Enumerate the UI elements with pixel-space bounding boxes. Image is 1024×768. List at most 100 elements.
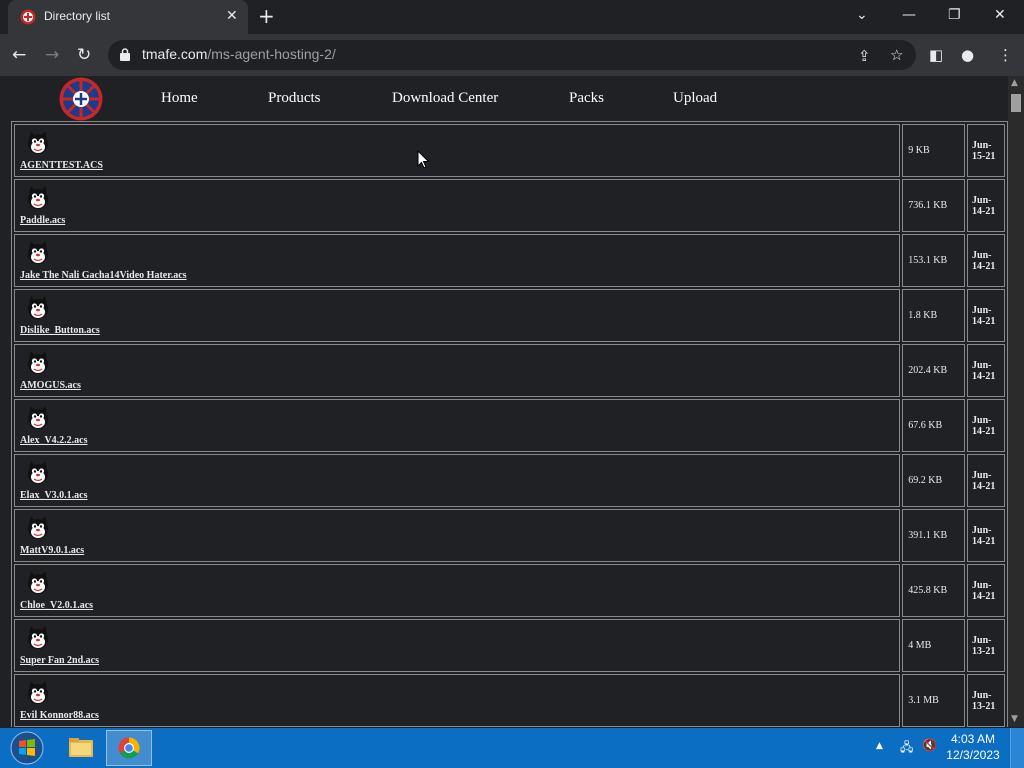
file-row: AGENTTEST.ACS 9 KB Jun-15-21 <box>14 124 1005 177</box>
file-name-cell: AMOGUS.acs <box>14 344 901 397</box>
agent-character-icon[interactable] <box>25 240 51 266</box>
file-date: Jun-14-21 <box>967 344 1005 397</box>
profile-icon[interactable]: ● <box>961 45 974 65</box>
file-table: AGENTTEST.ACS 9 KB Jun-15-21 Paddle.acs 736.… <box>11 121 1008 727</box>
file-name-cell: Paddle.acs <box>14 179 901 232</box>
file-name-cell: AGENTTEST.ACS <box>14 124 901 177</box>
browser-toolbar: ← → ↻ tmafe.com/ms-agent-hosting-2/ ⇪ ☆ … <box>0 34 1024 76</box>
url-domain: tmafe.com <box>142 46 208 62</box>
mouse-cursor-icon <box>417 150 430 169</box>
file-size: 69.2 KB <box>902 454 966 507</box>
minimize-icon[interactable]: — <box>902 5 916 25</box>
site-logo[interactable] <box>59 77 103 121</box>
nav-products-link[interactable]: Products <box>268 90 321 107</box>
file-name-cell: MattV9.0.1.acs <box>14 509 901 562</box>
nav-download-center-link[interactable]: Download Center <box>392 90 498 107</box>
agent-character-icon[interactable] <box>25 350 51 376</box>
file-size: 736.1 KB <box>902 179 966 232</box>
start-button-icon[interactable] <box>8 730 46 766</box>
file-link[interactable]: Elax_V3.0.1.acs <box>20 490 88 501</box>
agent-character-icon[interactable] <box>25 570 51 596</box>
file-link[interactable]: Paddle.acs <box>20 215 65 226</box>
file-link[interactable]: AMOGUS.acs <box>20 380 81 391</box>
file-date: Jun-14-21 <box>967 289 1005 342</box>
file-size: 202.4 KB <box>902 344 966 397</box>
file-row: Paddle.acs 736.1 KB Jun-14-21 <box>14 179 1005 232</box>
bookmark-star-icon[interactable]: ☆ <box>890 45 903 65</box>
file-link[interactable]: Dislike_Button.acs <box>20 325 100 336</box>
share-icon[interactable]: ⇪ <box>858 46 871 66</box>
close-window-icon[interactable]: ✕ <box>994 5 1006 25</box>
back-icon[interactable]: ← <box>12 45 26 65</box>
file-row: MattV9.0.1.acs 391.1 KB Jun-14-21 <box>14 509 1005 562</box>
show-desktop-button[interactable] <box>1010 728 1024 768</box>
page-scrollbar[interactable]: ▲ ▼ <box>1008 76 1024 727</box>
file-name-cell: Evil Konnor88.acs <box>14 674 901 727</box>
agent-character-icon[interactable] <box>25 460 51 486</box>
file-link[interactable]: Alex_V4.2.2.acs <box>20 435 88 446</box>
file-link[interactable]: Super Fan 2nd.acs <box>20 655 99 666</box>
forward-icon[interactable]: → <box>45 45 59 65</box>
tab-search-icon[interactable]: ⌄ <box>856 5 868 25</box>
tab-directory-list[interactable]: Directory list ✕ <box>8 0 248 34</box>
file-date: Jun-14-21 <box>967 399 1005 452</box>
scroll-up-arrow-icon[interactable]: ▲ <box>1011 78 1018 88</box>
tab-close-icon[interactable]: ✕ <box>226 8 238 24</box>
file-date: Jun-14-21 <box>967 454 1005 507</box>
file-link[interactable]: AGENTTEST.ACS <box>20 160 103 171</box>
scroll-thumb[interactable] <box>1011 94 1021 112</box>
file-link[interactable]: Evil Konnor88.acs <box>20 710 99 721</box>
file-row: Super Fan 2nd.acs 4 MB Jun-13-21 <box>14 619 1005 672</box>
file-row: Elax_V3.0.1.acs 69.2 KB Jun-14-21 <box>14 454 1005 507</box>
url-path: /ms-agent-hosting-2/ <box>207 46 336 62</box>
file-name-cell: Jake The Nali Gacha14Video Hater.acs <box>14 234 901 287</box>
file-link[interactable]: Jake The Nali Gacha14Video Hater.acs <box>20 270 187 281</box>
file-explorer-icon[interactable] <box>58 730 104 766</box>
nav-upload-link[interactable]: Upload <box>673 90 717 107</box>
agent-character-icon[interactable] <box>25 515 51 541</box>
file-row: Jake The Nali Gacha14Video Hater.acs 153.… <box>14 234 1005 287</box>
file-name-cell: Super Fan 2nd.acs <box>14 619 901 672</box>
file-date: Jun-14-21 <box>967 179 1005 232</box>
agent-character-icon[interactable] <box>25 680 51 706</box>
file-size: 153.1 KB <box>902 234 966 287</box>
reload-icon[interactable]: ↻ <box>77 45 91 65</box>
new-tab-button[interactable]: + <box>258 5 275 27</box>
file-link[interactable]: MattV9.0.1.acs <box>20 545 84 556</box>
side-panel-icon[interactable]: ◧ <box>929 45 943 65</box>
nav-home-link[interactable]: Home <box>161 90 198 107</box>
file-date: Jun-15-21 <box>967 124 1005 177</box>
agent-character-icon[interactable] <box>25 185 51 211</box>
file-name-cell: Chloe_V2.0.1.acs <box>14 564 901 617</box>
file-name-cell: Elax_V3.0.1.acs <box>14 454 901 507</box>
url-text: tmafe.com/ms-agent-hosting-2/ <box>142 46 336 62</box>
file-date: Jun-14-21 <box>967 564 1005 617</box>
volume-muted-icon[interactable]: 🔇 <box>922 738 937 752</box>
clock-time: 4:03 AM <box>950 732 996 746</box>
tab-title: Directory list <box>44 9 111 23</box>
file-row: Chloe_V2.0.1.acs 425.8 KB Jun-14-21 <box>14 564 1005 617</box>
system-clock[interactable]: 4:03 AM 12/3/2023 <box>944 731 1002 763</box>
lock-icon <box>120 48 130 61</box>
file-link[interactable]: Chloe_V2.0.1.acs <box>20 600 93 611</box>
file-date: Jun-14-21 <box>967 509 1005 562</box>
file-size: 3.1 MB <box>902 674 966 727</box>
restore-icon[interactable]: ❐ <box>948 5 961 25</box>
tab-strip: Directory list ✕ + ⌄ — ❐ ✕ <box>0 0 1024 34</box>
file-size: 425.8 KB <box>902 564 966 617</box>
agent-character-icon[interactable] <box>25 130 51 156</box>
file-size: 1.8 KB <box>902 289 966 342</box>
agent-character-icon[interactable] <box>25 405 51 431</box>
site-favicon-icon <box>20 9 36 25</box>
network-icon[interactable]: 🖧 <box>900 738 913 759</box>
scroll-down-arrow-icon[interactable]: ▼ <box>1011 714 1018 724</box>
chrome-taskbar-button[interactable] <box>106 730 152 766</box>
agent-character-icon[interactable] <box>25 295 51 321</box>
file-date: Jun-14-21 <box>967 234 1005 287</box>
agent-character-icon[interactable] <box>25 625 51 651</box>
menu-kebab-icon[interactable]: ⋮ <box>998 45 1013 65</box>
show-hidden-icons-icon[interactable]: ▲ <box>876 741 883 751</box>
file-date: Jun-13-21 <box>967 619 1005 672</box>
nav-packs-link[interactable]: Packs <box>569 90 604 107</box>
address-bar[interactable]: tmafe.com/ms-agent-hosting-2/ ⇪ ☆ <box>108 40 916 70</box>
